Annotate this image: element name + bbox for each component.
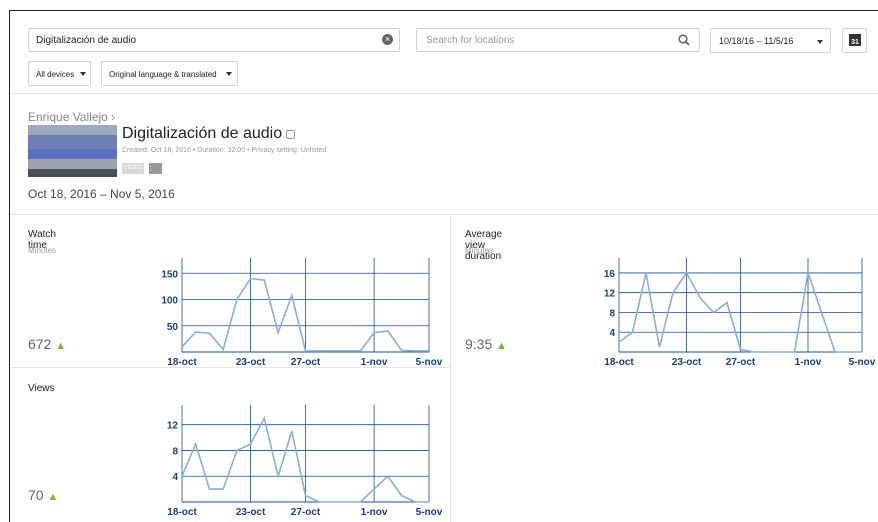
y-tick-label: 12 bbox=[167, 421, 179, 432]
x-tick-label: 23-oct bbox=[236, 507, 266, 518]
x-tick-label: 5-nov bbox=[416, 507, 443, 518]
y-tick-label: 4 bbox=[172, 472, 178, 483]
analytics-page: Digitalización de audio × Search for loc… bbox=[9, 10, 878, 522]
views-chart: 4 8 12 18-oct 23-oct 27-oct 1-nov 5-nov bbox=[167, 405, 443, 518]
x-tick-label: 27-oct bbox=[291, 507, 321, 518]
y-tick-label: 8 bbox=[172, 446, 178, 457]
x-tick-label: 1-nov bbox=[361, 507, 388, 518]
x-tick-label: 18-oct bbox=[167, 507, 197, 518]
